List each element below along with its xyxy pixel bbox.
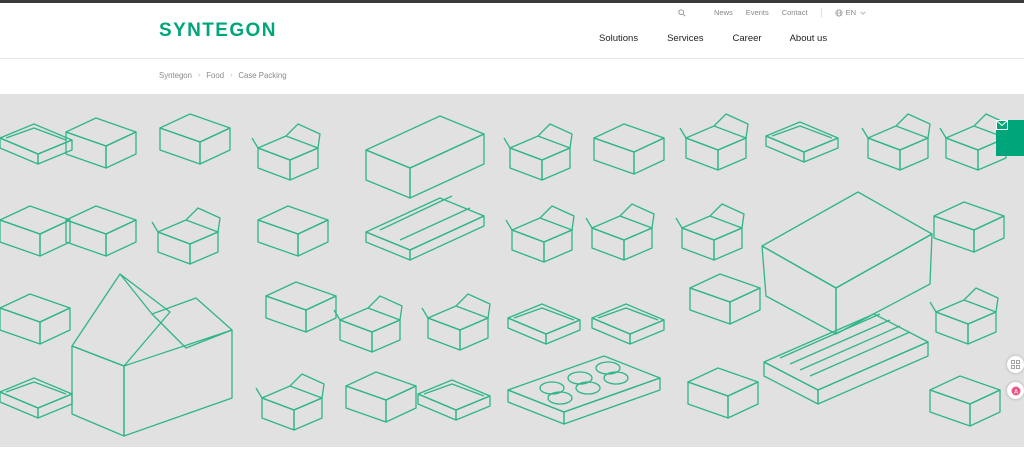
events-link[interactable]: Events bbox=[746, 8, 769, 17]
main-nav: Solutions Services Career About us bbox=[599, 33, 827, 44]
divider bbox=[820, 8, 822, 17]
nav-item-solutions[interactable]: Solutions bbox=[599, 33, 638, 44]
chevron-right-icon: › bbox=[197, 72, 201, 79]
floating-translate-button[interactable]: A bbox=[1007, 382, 1024, 399]
floating-grid-button[interactable] bbox=[1007, 356, 1024, 373]
news-link[interactable]: News bbox=[714, 8, 733, 17]
grid-icon bbox=[1011, 360, 1020, 369]
utility-nav: News Events Contact EN bbox=[678, 8, 867, 17]
nav-item-career[interactable]: Career bbox=[733, 33, 762, 44]
nav-item-services[interactable]: Services bbox=[667, 33, 703, 44]
syntegon-logo[interactable]: SYNTEGON bbox=[159, 20, 277, 42]
case-packing-boxes-illustration bbox=[0, 113, 1009, 437]
breadcrumb: Syntegon › Food › Case Packing bbox=[159, 71, 287, 80]
translate-icon: A bbox=[1011, 386, 1020, 395]
contact-mail-button[interactable] bbox=[996, 120, 1024, 156]
chevron-right-icon: › bbox=[230, 72, 233, 79]
language-label: EN bbox=[845, 8, 856, 17]
site-header: SYNTEGON News Events Contact EN Solution… bbox=[0, 3, 1024, 59]
language-selector[interactable]: EN bbox=[835, 8, 867, 17]
breadcrumb-item-case-packing: Case Packing bbox=[238, 71, 287, 80]
hero-illustration bbox=[0, 94, 1024, 447]
breadcrumb-item-food[interactable]: Food bbox=[206, 71, 224, 80]
globe-icon bbox=[835, 8, 843, 17]
mail-icon bbox=[996, 120, 1008, 130]
breadcrumb-item-syntegon[interactable]: Syntegon bbox=[159, 71, 192, 80]
chevron-down-icon bbox=[859, 9, 867, 17]
search-icon[interactable] bbox=[678, 8, 686, 17]
contact-link[interactable]: Contact bbox=[782, 8, 808, 17]
nav-item-about-us[interactable]: About us bbox=[790, 33, 828, 44]
